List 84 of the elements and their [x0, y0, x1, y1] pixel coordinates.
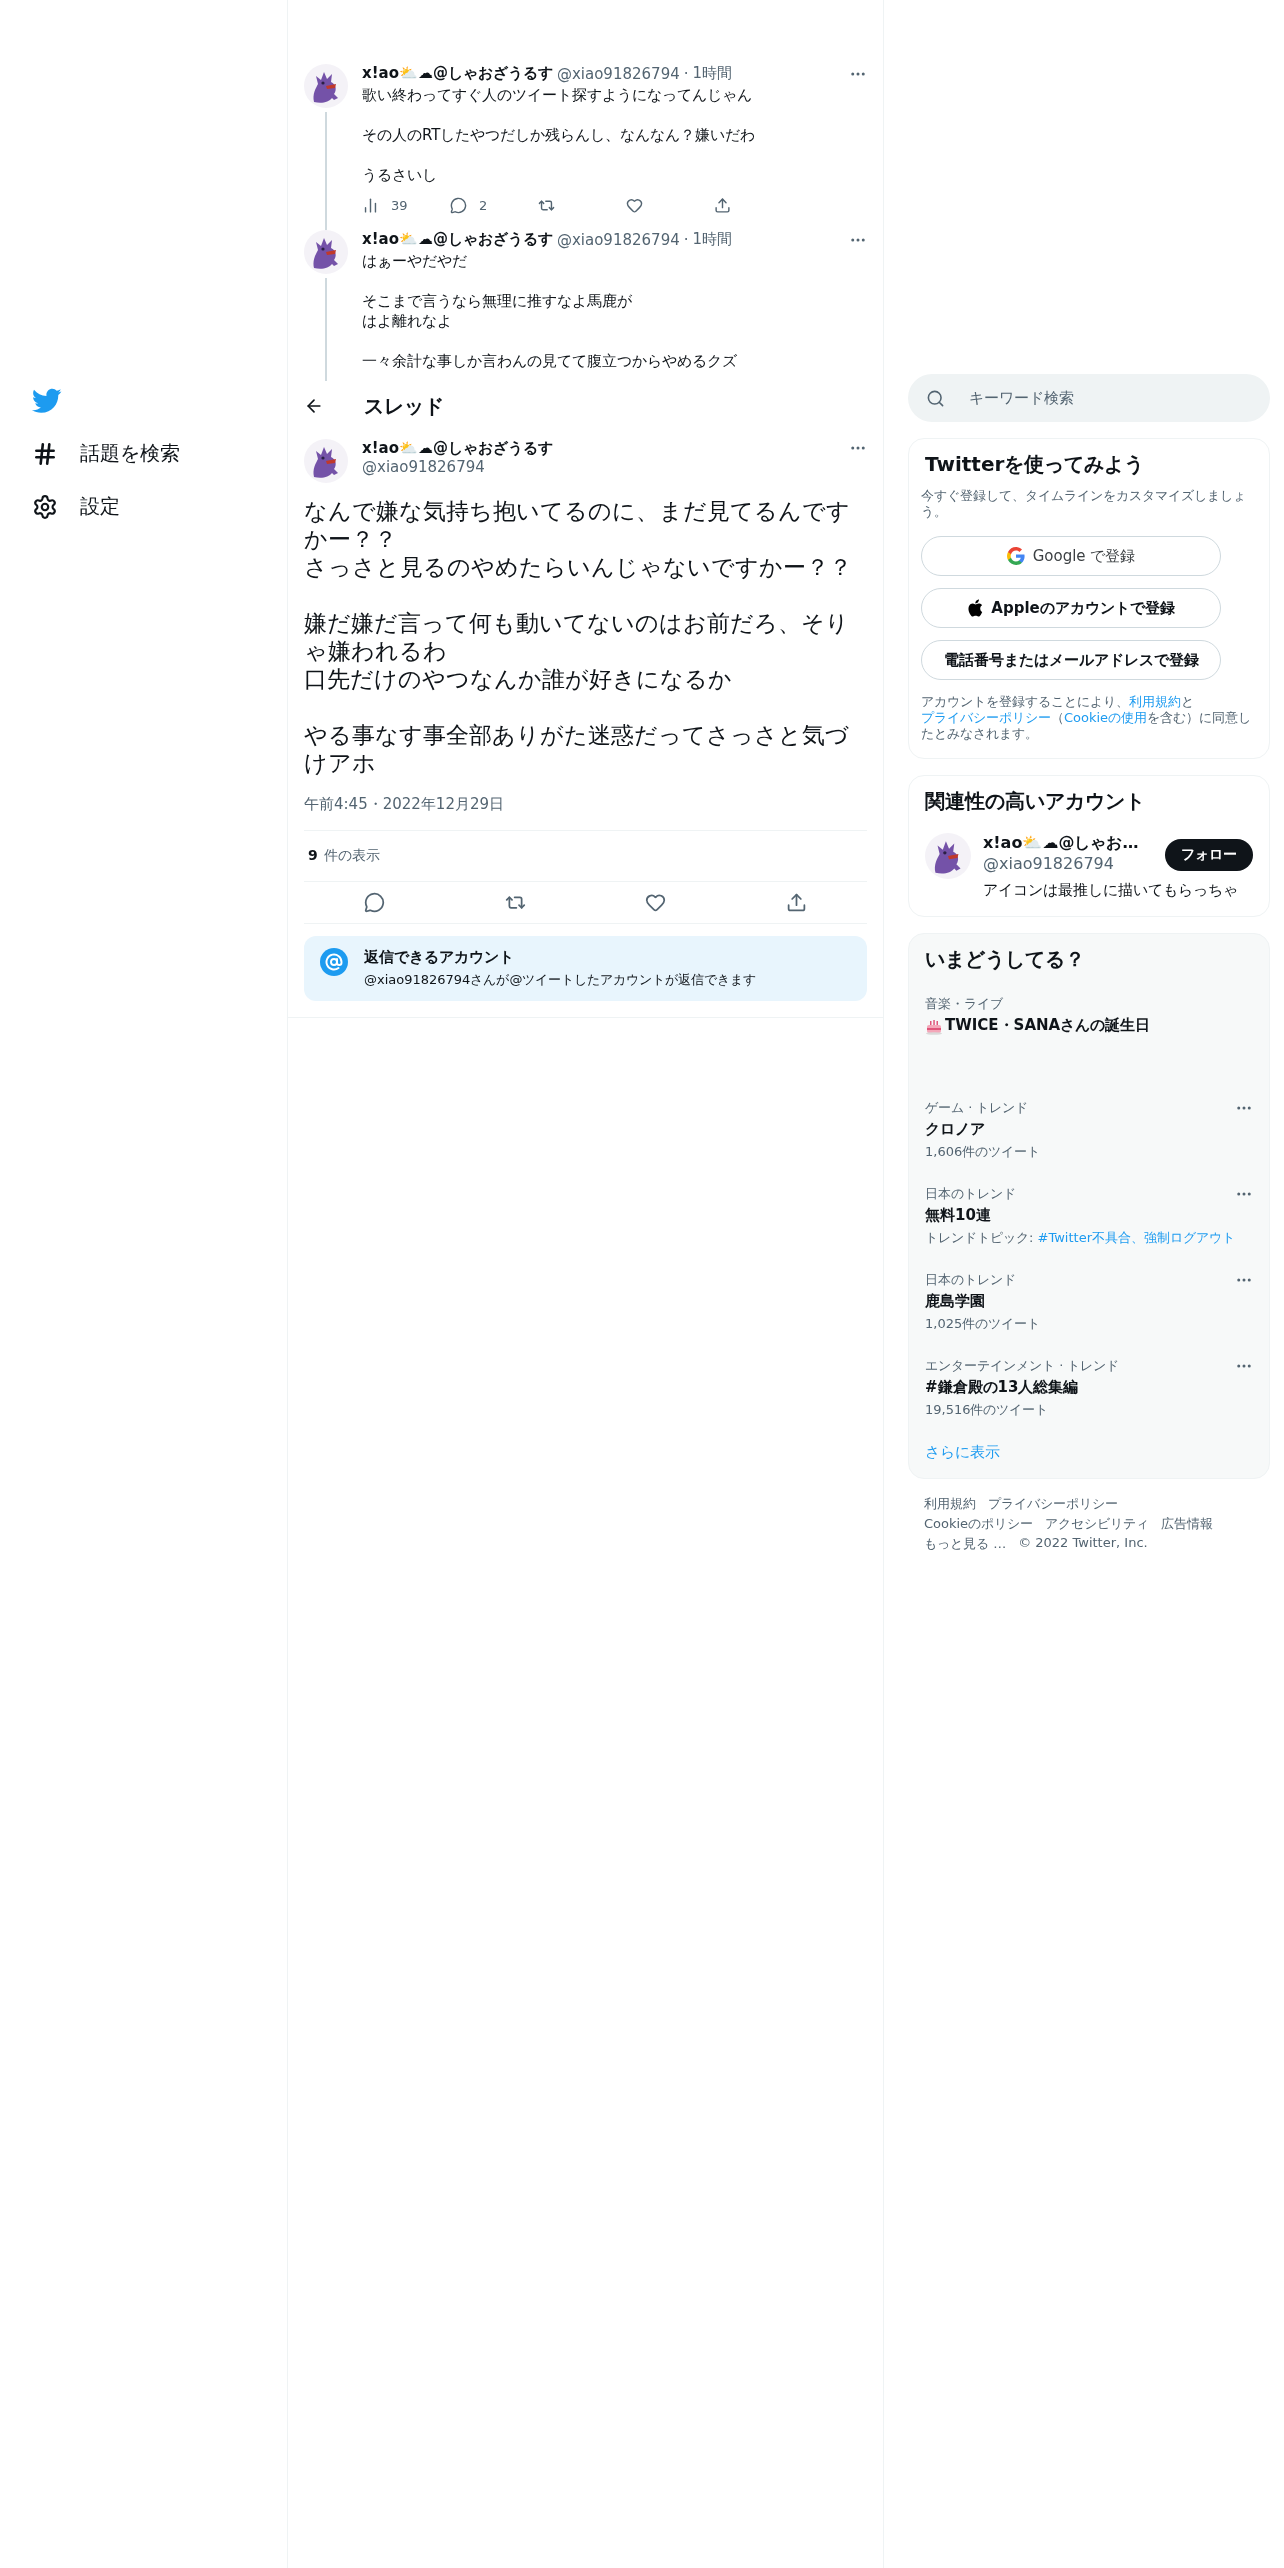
tweet-text-line: 口先だけのやつなんか誰が好きになるか — [304, 665, 733, 693]
trend-meta: トレンドトピック: #Twitter不具合、強制ログアウト — [925, 1229, 1235, 1247]
author-name[interactable]: x!ao⛅☁@しゃおざうるす — [362, 64, 553, 83]
avatar[interactable] — [304, 439, 348, 483]
card-title: 関連性の高いアカウント — [925, 788, 1146, 815]
tweet-time[interactable]: 1時間 — [692, 230, 733, 249]
tweet-text-line: うるさいし — [362, 165, 438, 185]
tweet-text-line: はよ離れなよ — [362, 311, 453, 331]
search-bar[interactable]: キーワード検索 — [908, 374, 1270, 422]
signup-subtitle: 今すぐ登録して、タイムラインをカスタマイズしましょう。 — [921, 488, 1247, 520]
footer-link[interactable]: 広告情報 — [1161, 1515, 1214, 1533]
author-name[interactable]: x!ao⛅☁@しゃおざうるす — [362, 230, 553, 249]
trend-category: 音楽・ライブ — [925, 995, 1004, 1013]
trend-name[interactable]: #鎌倉殿の13人総集編 — [925, 1378, 1079, 1397]
tweet-text-line: やる事なす事全部ありがた迷惑だってさっさと気づけアホ — [304, 721, 850, 777]
nav-item[interactable]: 話題を検索 — [32, 440, 287, 467]
tweet-text-line: なんで嫌な気持ち抱いてるのに、まだ見てるんですかー？？ — [304, 497, 851, 553]
author-handle[interactable]: @xiao91826794 — [556, 64, 680, 83]
trend-category: 日本のトレンド — [925, 1271, 1017, 1289]
author-handle[interactable]: @xiao91826794 — [556, 230, 680, 249]
trend-category: ゲーム · トレンド — [925, 1099, 1030, 1117]
account-handle[interactable]: @xiao91826794 — [983, 854, 1114, 873]
footer-link[interactable]: Cookieのポリシー — [924, 1515, 1034, 1533]
trend-name[interactable]: TWICE・SANAさんの誕生日 — [945, 1016, 1151, 1035]
footer-link[interactable]: プライバシーポリシー — [988, 1495, 1118, 1513]
author-handle[interactable]: @xiao91826794 — [362, 458, 485, 476]
header-title: スレッド — [364, 392, 444, 420]
search-field[interactable]: キーワード検索 — [967, 388, 1252, 408]
views-count: 39 — [391, 198, 408, 213]
card-title: Twitterを使ってみよう — [925, 451, 1146, 478]
bird-logo-icon[interactable] — [32, 388, 62, 414]
tweet-time[interactable]: 1時間 — [692, 64, 733, 83]
separator-dot: · — [683, 64, 689, 83]
share-icon[interactable] — [786, 892, 808, 913]
mention-icon — [320, 948, 348, 976]
google-logo-icon — [1006, 547, 1025, 565]
separator-dot: · — [683, 230, 689, 249]
footer-link[interactable]: 利用規約 — [924, 1495, 976, 1513]
tweet-text-line: その人のRTしたやつだしか残らんし、なんなん？嫌いだわ — [362, 125, 757, 145]
avatar[interactable] — [304, 64, 348, 108]
views-icon[interactable] — [362, 197, 379, 214]
trend-name[interactable]: 無料10連 — [925, 1206, 991, 1225]
footer-link[interactable]: アクセシビリティ — [1045, 1515, 1150, 1533]
trend-meta: 1,606件のツイート — [925, 1143, 1041, 1161]
card-title: いまどうしてる？ — [925, 946, 1086, 973]
signup-button[interactable]: 電話番号またはメールアドレスで登録 — [921, 640, 1221, 680]
reply-icon[interactable] — [363, 892, 385, 913]
trend-name[interactable]: 鹿島学園 — [925, 1292, 985, 1311]
hashtag-icon — [32, 440, 58, 467]
nav-item[interactable]: 設定 — [32, 493, 287, 520]
account-name[interactable]: x!ao⛅☁@しゃお… — [983, 833, 1139, 852]
copyright: © 2022 Twitter, Inc. — [1018, 1535, 1148, 1552]
trend-category: エンターテインメント · トレンド — [925, 1357, 1120, 1375]
apple-logo-icon — [967, 599, 984, 617]
like-icon[interactable] — [626, 197, 643, 214]
views-stat[interactable]: 9 件の表示 — [304, 831, 867, 881]
trend-category: 日本のトレンド — [925, 1185, 1017, 1203]
avatar[interactable] — [925, 833, 971, 879]
tweet-text-line: そこまで言うなら無理に推すなよ馬鹿が — [362, 291, 633, 311]
tweet-timestamp[interactable]: 午前4:45・2022年12月29日 — [304, 795, 867, 814]
account-bio: アイコンは最推しに描いてもらっちゃ — [983, 881, 1239, 900]
tweet-text-line: 一々余計な事しか言わんの見てて腹立つからやめるクズ — [362, 351, 738, 371]
notice-text: @xiao91826794さんが@ツイートしたアカウントが返信できます — [364, 971, 757, 989]
share-icon[interactable] — [714, 197, 731, 214]
reply-icon[interactable] — [450, 197, 467, 214]
follow-button[interactable]: フォロー — [1165, 839, 1253, 871]
footer-link[interactable]: もっと見る … — [924, 1535, 1007, 1553]
trend-meta: 19,516件のツイート — [925, 1401, 1050, 1419]
tweet-text-line: さっさと見るのやめたらいんじゃないですかー？？ — [304, 553, 853, 581]
tweet-text-line: はぁーやだやだ — [362, 251, 468, 271]
like-icon[interactable] — [645, 892, 667, 913]
signup-button[interactable]: Appleのアカウントで登録 — [921, 588, 1221, 628]
settings-icon — [32, 493, 58, 520]
search-icon[interactable] — [926, 388, 945, 408]
tweet-text-line: 歌い終わってすぐ人のツイート探すようになってんじゃん — [362, 85, 753, 105]
avatar[interactable] — [304, 230, 348, 274]
notice-title: 返信できるアカウント — [364, 948, 515, 967]
tweet-text-line: 嫌だ嫌だ言って何も動いてないのはお前だろ、そりゃ嫌われるわ — [304, 609, 850, 665]
reply-count: 2 — [479, 198, 488, 213]
legal-text: アカウントを登録することにより、利用規約 と プライバシーポリシー（Cookieの使用を含む）に同意したとみなされます。 — [921, 694, 1253, 742]
trend-name[interactable]: クロノア — [925, 1120, 985, 1139]
trend-meta: 1,025件のツイート — [925, 1315, 1041, 1333]
signup-button[interactable]: Google で登録 — [921, 536, 1221, 576]
author-name[interactable]: x!ao⛅☁@しゃおざうるす — [362, 439, 553, 457]
